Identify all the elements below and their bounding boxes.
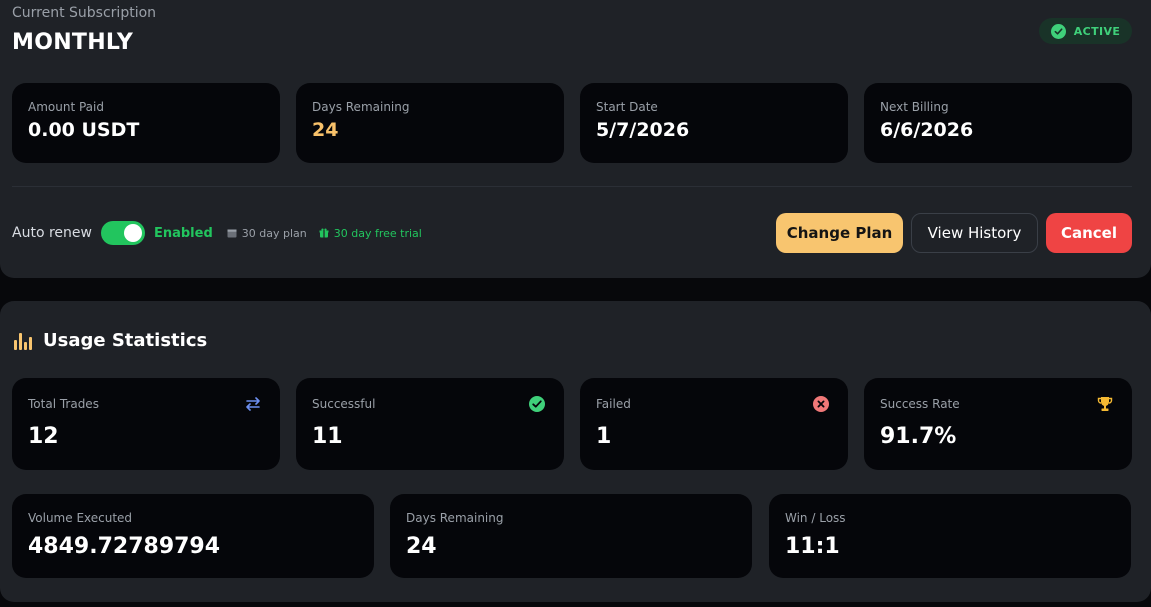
card-value: 91.7% bbox=[880, 424, 957, 449]
auto-renew-label: Auto renew bbox=[12, 225, 92, 241]
view-history-button[interactable]: View History bbox=[911, 213, 1038, 253]
toggle-knob bbox=[123, 224, 142, 242]
card-value: 1 bbox=[596, 424, 612, 449]
status-text: ACTIVE bbox=[1073, 24, 1121, 38]
card-value: 4849.72789794 bbox=[28, 534, 221, 559]
total-trades-card: Total Trades 12 bbox=[12, 378, 280, 470]
days-remaining-stat-card: Days Remaining 24 bbox=[390, 494, 752, 578]
plan-name: MONTHLY bbox=[12, 30, 134, 55]
card-label: Failed bbox=[596, 397, 631, 411]
gift-icon bbox=[319, 228, 329, 238]
volume-executed-card: Volume Executed 4849.72789794 bbox=[12, 494, 374, 578]
card-label: Days Remaining bbox=[406, 511, 504, 525]
usage-statistics-panel: Usage Statistics Total Trades 12 Success… bbox=[0, 301, 1151, 602]
card-label: Successful bbox=[312, 397, 376, 411]
auto-renew-toggle[interactable] bbox=[100, 221, 145, 245]
subscription-caption: Current Subscription bbox=[12, 5, 157, 21]
card-label: Win / Loss bbox=[785, 511, 846, 525]
trophy-icon bbox=[1096, 395, 1114, 417]
card-label: Start Date bbox=[596, 100, 658, 114]
bar-chart-icon bbox=[14, 333, 32, 350]
win-loss-card: Win / Loss 11:1 bbox=[769, 494, 1131, 578]
card-value: 12 bbox=[28, 424, 59, 449]
amount-paid-card: Amount Paid 0.00 USDT bbox=[12, 83, 280, 163]
cancel-button[interactable]: Cancel bbox=[1046, 213, 1132, 253]
success-rate-card: Success Rate 91.7% bbox=[864, 378, 1132, 470]
status-badge: ACTIVE bbox=[1039, 18, 1132, 44]
card-value: 5/7/2026 bbox=[596, 119, 690, 141]
plan-length-text: 30 day plan bbox=[241, 226, 307, 240]
card-value: 6/6/2026 bbox=[880, 119, 974, 141]
stats-title: Usage Statistics bbox=[43, 329, 208, 351]
card-value: 11:1 bbox=[785, 534, 840, 559]
card-label: Volume Executed bbox=[28, 511, 133, 525]
failed-card: Failed 1 bbox=[580, 378, 848, 470]
successful-card: Successful 11 bbox=[296, 378, 564, 470]
days-remaining-card: Days Remaining 24 bbox=[296, 83, 564, 163]
x-circle-icon bbox=[812, 395, 830, 417]
card-label: Days Remaining bbox=[312, 100, 410, 114]
check-circle-icon bbox=[1050, 23, 1066, 39]
subscription-panel: Current Subscription MONTHLY ACTIVE Amou… bbox=[0, 0, 1151, 278]
card-value: 0.00 USDT bbox=[28, 119, 140, 141]
card-label: Amount Paid bbox=[28, 100, 104, 114]
card-value: 24 bbox=[312, 119, 339, 141]
card-label: Total Trades bbox=[28, 397, 99, 411]
trial-info: 30 day free trial bbox=[319, 227, 422, 240]
calendar-icon bbox=[227, 229, 237, 238]
stats-header: Usage Statistics bbox=[13, 329, 207, 351]
card-value: 24 bbox=[406, 534, 437, 559]
card-value: 11 bbox=[312, 424, 343, 449]
divider bbox=[12, 186, 1132, 187]
change-plan-button[interactable]: Change Plan bbox=[776, 213, 903, 253]
auto-renew-row: Auto renew Enabled 30 day plan 30 day fr… bbox=[12, 220, 434, 246]
card-label: Success Rate bbox=[880, 397, 960, 411]
next-billing-card: Next Billing 6/6/2026 bbox=[864, 83, 1132, 163]
start-date-card: Start Date 5/7/2026 bbox=[580, 83, 848, 163]
card-label: Next Billing bbox=[880, 100, 949, 114]
check-circle-icon bbox=[528, 395, 546, 417]
plan-length: 30 day plan bbox=[227, 227, 307, 240]
swap-arrows-icon bbox=[244, 395, 262, 417]
auto-renew-state: Enabled bbox=[153, 225, 213, 241]
trial-text: 30 day free trial bbox=[333, 226, 422, 240]
